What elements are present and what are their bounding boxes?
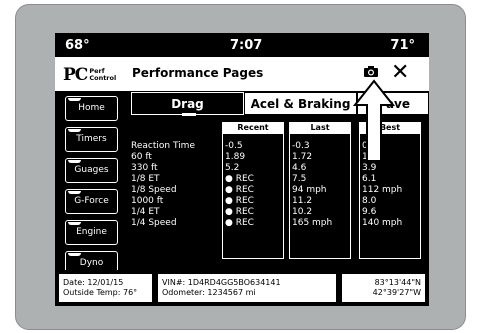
date-temp-panel: Date: 12/01/15 Outside Temp: 76° <box>59 274 152 302</box>
value-cell: 10.2 <box>292 207 313 217</box>
value-cell: ● REC <box>225 185 254 195</box>
value-cell: ● REC <box>225 174 254 184</box>
value-cell: ● REC <box>225 207 254 217</box>
value-cell: 7.5 <box>292 174 307 184</box>
label-eighth-speed: 1/8 Speed <box>131 185 177 195</box>
clock: 7:07 <box>230 38 263 53</box>
value-cell: 3.9 <box>362 163 377 173</box>
footer-longitude: 42°39'27"W <box>372 288 421 297</box>
value-cell: ● REC <box>225 196 254 206</box>
tab-accel-braking[interactable]: Acel & Braking <box>244 92 357 115</box>
label-quarter-et: 1/4 ET <box>131 207 160 217</box>
cabin-temp-right: 71° <box>390 38 415 53</box>
value-cell: -0.3 <box>292 141 310 151</box>
vin-odometer-panel: VIN#: 1D4RD4GG5BO634141 Odometer: 123456… <box>158 274 336 302</box>
label-330ft: 330 ft <box>131 163 158 173</box>
column-header-recent: Recent <box>222 122 284 133</box>
value-cell: 1.89 <box>225 152 246 162</box>
label-quarter-speed: 1/4 Speed <box>131 218 177 228</box>
nav-engine[interactable]: Engine <box>65 220 118 245</box>
logo-subtext: Perf Control <box>89 68 116 82</box>
tab-drag[interactable]: Drag <box>131 92 244 116</box>
value-cell: 8.0 <box>362 196 377 206</box>
footer-latitude: 83°13'44"N <box>374 278 421 287</box>
value-cell: 165 mph <box>292 218 333 228</box>
outside-temp-left: 68° <box>65 38 90 53</box>
label-60ft: 60 ft <box>131 152 152 162</box>
metric-labels: Reaction Time 60 ft 330 ft 1/8 ET 1/8 Sp… <box>131 141 195 229</box>
footer-outside-temp: Outside Temp: 76° <box>63 288 138 297</box>
status-bar: 68° 7:07 71° <box>55 33 429 57</box>
value-cell: 11.2 <box>292 196 313 206</box>
value-cell: 5.2 <box>225 163 240 173</box>
value-cell: 4.6 <box>292 163 307 173</box>
value-cell: 94 mph <box>292 185 327 195</box>
value-cell: 1.72 <box>292 152 313 162</box>
values-recent: -0.5 1.89 5.2 ● REC ● REC ● REC ● REC ● … <box>225 141 254 229</box>
sidebar-nav: Home Timers Guages G-Force Engine Dyno <box>65 96 118 282</box>
value-cell: ● REC <box>225 218 254 228</box>
label-1000ft: 1000 ft <box>131 196 164 206</box>
footer-odometer: Odometer: 1234567 mi <box>162 288 256 297</box>
perf-control-logo: PC Perf Control <box>63 65 116 85</box>
nav-g-force[interactable]: G-Force <box>65 189 118 214</box>
value-cell: 9.6 <box>362 207 377 217</box>
column-header-last: Last <box>289 122 351 133</box>
label-eighth-et: 1/8 ET <box>131 174 160 184</box>
page-title: Performance Pages <box>132 66 264 80</box>
nav-home[interactable]: Home <box>65 96 118 121</box>
value-cell: 112 mph <box>362 185 403 195</box>
value-cell: -0.5 <box>225 141 243 151</box>
logo-line2: Control <box>89 74 117 82</box>
logo-pc: PC <box>63 65 88 85</box>
label-reaction-time: Reaction Time <box>131 141 195 151</box>
callout-arrow-icon <box>353 79 395 162</box>
info-footer: Date: 12/01/15 Outside Temp: 76° VIN#: 1… <box>55 270 429 306</box>
touchscreen: 68° 7:07 71° PC Perf Control Performance… <box>55 33 429 306</box>
value-cell: 6.1 <box>362 174 377 184</box>
footer-date: Date: 12/01/15 <box>63 278 124 287</box>
value-cell: 140 mph <box>362 218 403 228</box>
gps-panel: 83°13'44"N 42°39'27"W <box>342 274 425 302</box>
nav-timers[interactable]: Timers <box>65 127 118 152</box>
values-last: -0.3 1.72 4.6 7.5 94 mph 11.2 10.2 165 m… <box>292 141 332 229</box>
footer-vin: VIN#: 1D4RD4GG5BO634141 <box>162 278 281 287</box>
nav-guages[interactable]: Guages <box>65 158 118 183</box>
